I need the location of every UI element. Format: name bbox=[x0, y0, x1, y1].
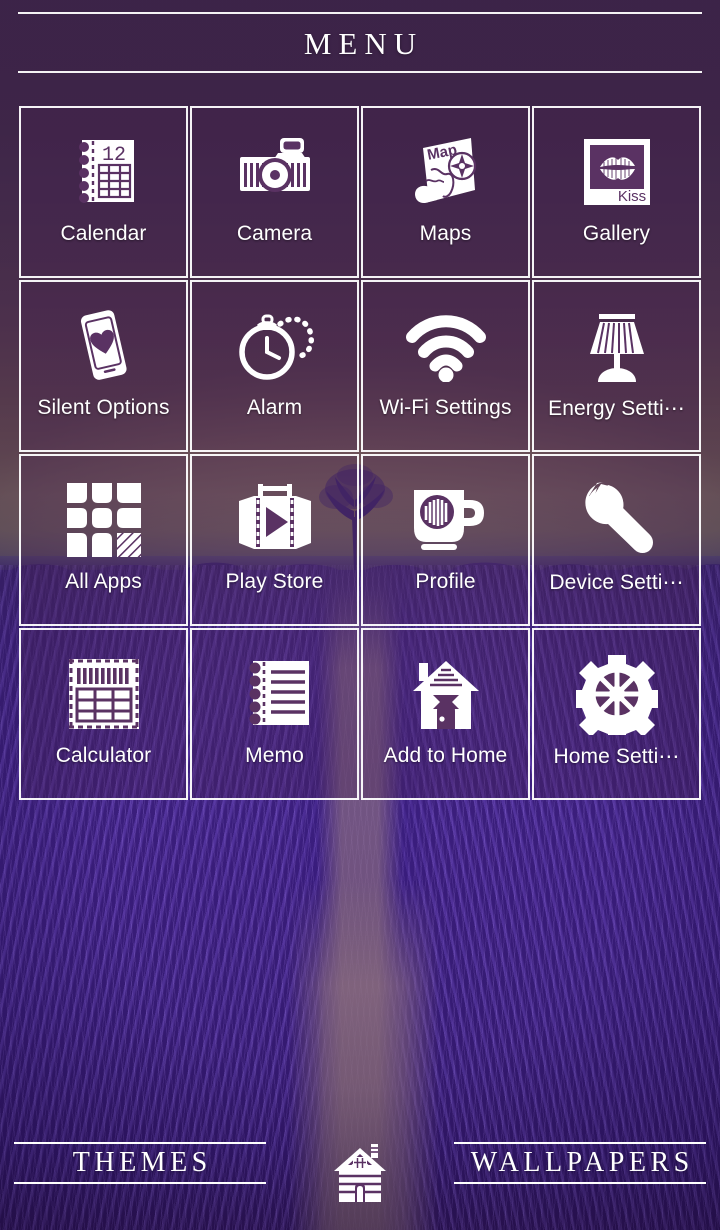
header: MENU bbox=[0, 12, 720, 73]
app-label: Profile bbox=[415, 570, 476, 593]
map-icon: Map bbox=[400, 126, 492, 218]
app-tile-silent-options[interactable]: Silent Options bbox=[19, 280, 188, 452]
app-tile-gallery[interactable]: Kiss Gallery bbox=[532, 106, 701, 278]
app-grid: 12 Calendar Camera Map Maps Kiss Gallery… bbox=[19, 106, 701, 800]
wallpapers-rule-bottom bbox=[454, 1182, 706, 1184]
film-play-icon bbox=[229, 474, 321, 566]
wallpapers-button[interactable]: WALLPAPERS bbox=[454, 1142, 706, 1184]
app-label: Wi-Fi Settings bbox=[379, 396, 512, 419]
cabin-home-icon[interactable] bbox=[323, 1136, 397, 1210]
page-title: MENU bbox=[303, 26, 424, 61]
app-label: Gallery bbox=[582, 222, 651, 245]
themes-button[interactable]: THEMES bbox=[14, 1142, 266, 1184]
header-rule-bottom bbox=[18, 71, 702, 73]
app-tile-add-to-home[interactable]: Add to Home bbox=[361, 628, 530, 800]
app-label: Device Setti⋯ bbox=[549, 571, 684, 594]
app-label: Memo bbox=[245, 744, 304, 767]
launcher-screen: MENU 12 Calendar Camera Map Maps Kiss Ga… bbox=[0, 0, 720, 1230]
app-label: Calendar bbox=[60, 222, 147, 245]
app-tile-camera[interactable]: Camera bbox=[190, 106, 359, 278]
app-label: Energy Setti⋯ bbox=[548, 397, 685, 420]
app-tile-energy-settings[interactable]: Energy Setti⋯ bbox=[532, 280, 701, 452]
gallery-word-label: Kiss bbox=[617, 188, 645, 205]
app-tile-calendar[interactable]: 12 Calendar bbox=[19, 106, 188, 278]
app-label: Camera bbox=[236, 222, 313, 245]
phone-heart-icon bbox=[58, 300, 150, 392]
app-tile-home-settings[interactable]: Home Setti⋯ bbox=[532, 628, 701, 800]
app-label: Maps bbox=[419, 222, 472, 245]
app-tile-calculator[interactable]: Calculator bbox=[19, 628, 188, 800]
app-tile-maps[interactable]: Map Maps bbox=[361, 106, 530, 278]
wifi-icon bbox=[400, 300, 492, 392]
calendar-icon: 12 bbox=[58, 126, 150, 218]
app-label: Add to Home bbox=[383, 744, 508, 767]
app-tile-play-store[interactable]: Play Store bbox=[190, 454, 359, 626]
camera-icon bbox=[229, 126, 321, 218]
pocket-watch-icon bbox=[229, 300, 321, 392]
app-tile-profile[interactable]: Profile bbox=[361, 454, 530, 626]
wrench-icon bbox=[571, 474, 663, 566]
table-lamp-icon bbox=[571, 300, 663, 392]
header-rule-top bbox=[18, 12, 702, 14]
notepad-icon bbox=[229, 648, 321, 740]
app-label: Home Setti⋯ bbox=[553, 745, 680, 768]
themes-label: THEMES bbox=[72, 1147, 212, 1178]
coffee-mug-icon bbox=[400, 474, 492, 566]
app-tile-memo[interactable]: Memo bbox=[190, 628, 359, 800]
gear-icon bbox=[571, 648, 663, 740]
app-tile-wifi-settings[interactable]: Wi-Fi Settings bbox=[361, 280, 530, 452]
app-label: Play Store bbox=[225, 570, 324, 593]
house-icon bbox=[400, 648, 492, 740]
app-label: Silent Options bbox=[37, 396, 170, 419]
themes-rule-bottom bbox=[14, 1182, 266, 1184]
calendar-day-number: 12 bbox=[101, 144, 125, 167]
calculator-icon bbox=[58, 648, 150, 740]
app-label: All Apps bbox=[65, 570, 142, 593]
photo-frame-kiss-icon: Kiss bbox=[571, 126, 663, 218]
app-tile-alarm[interactable]: Alarm bbox=[190, 280, 359, 452]
app-tile-device-settings[interactable]: Device Setti⋯ bbox=[532, 454, 701, 626]
app-label: Alarm bbox=[246, 396, 303, 419]
app-label: Calculator bbox=[55, 744, 152, 767]
wallpapers-label: WALLPAPERS bbox=[470, 1147, 694, 1178]
app-tile-all-apps[interactable]: All Apps bbox=[19, 454, 188, 626]
bottom-bar: THEMES WALLPAPERS bbox=[0, 1114, 720, 1230]
app-grid-icon bbox=[58, 474, 150, 566]
cabin-home-glyph bbox=[334, 1144, 386, 1202]
